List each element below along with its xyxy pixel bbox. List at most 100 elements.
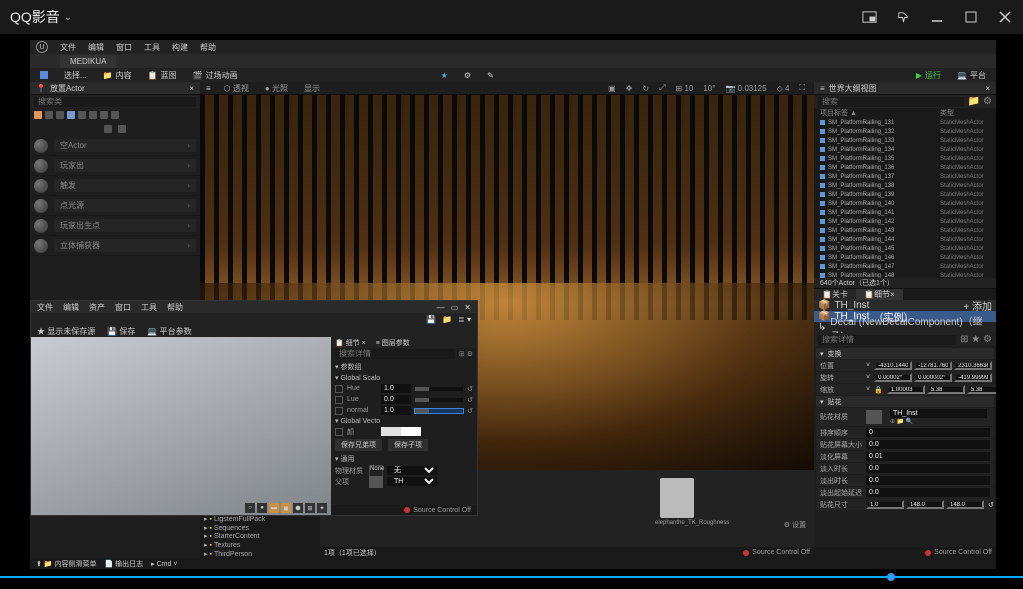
settings-icon[interactable]: ⚙ 设置 [784,520,806,530]
tab-details[interactable]: 📋 细节 × [856,289,903,300]
cat-icon[interactable] [100,111,108,119]
outliner-row[interactable]: SM_PlatformRailing_143StaticMeshActor [814,226,996,235]
actor-item[interactable]: 玩家出 [30,156,200,176]
actor-item[interactable]: 点光源 [30,196,200,216]
cam-speed[interactable]: 📷 0.03125 [722,84,769,93]
mat-menu-window[interactable]: 窗口 [115,302,131,313]
mat-source-control[interactable]: Source Control Off [404,507,471,514]
minimize-icon[interactable] [929,9,945,25]
rot-y[interactable] [914,373,952,382]
param-chk[interactable] [335,407,343,415]
mat-min-icon[interactable]: ― [437,303,445,312]
source-control-2[interactable]: Source Control Off [925,549,992,556]
mat-tab-det[interactable]: 📋 细节 × [335,338,366,348]
material-preview[interactable]: ○ ● ▬ ◼ ⬢ ⊞ ✦ [31,337,331,515]
parent-select[interactable]: TH [387,477,437,486]
actor-item[interactable]: 玩家出生点 [30,216,200,236]
mat-menu-file[interactable]: 文件 [37,302,53,313]
screen-size[interactable] [866,440,990,449]
group-global-scalo[interactable]: ▾ Global Scalo [335,373,473,383]
menu-tools[interactable]: 工具 [144,42,160,53]
vp-opt-3[interactable]: ✎ [483,70,498,81]
outliner-tab[interactable]: ≡ 世界大纲视图× [814,82,996,95]
loc-z[interactable] [954,361,992,370]
asset-tile[interactable] [660,478,694,518]
parent-thumb[interactable] [369,476,383,488]
fade-out[interactable] [866,476,990,485]
dim-z[interactable] [946,500,984,509]
cat-icon[interactable] [89,111,97,119]
pv-cube[interactable]: ◼ [281,503,291,513]
pv-axes[interactable]: ✦ [317,503,327,513]
param-chk[interactable] [335,428,343,436]
title-dropdown-icon[interactable]: ⌄ [64,12,72,23]
rotate-tool[interactable]: ↻ [639,84,652,93]
scale-tool[interactable]: ⤢ [656,83,668,93]
section-decal[interactable]: ▾ 贴花 [816,396,994,407]
mat-menu-asset[interactable]: 资产 [89,302,105,313]
param-value[interactable] [381,384,411,393]
pv-grid[interactable]: ⊞ [305,503,315,513]
output-log[interactable]: 📄 输出日志 [104,559,143,569]
param-chk[interactable] [335,396,343,404]
sc-y[interactable] [927,385,965,394]
save-button[interactable] [36,70,52,80]
mat-max-icon[interactable]: ▭ [451,303,459,312]
mat-tab-platform[interactable]: 💻 平台参数 [147,326,191,337]
filter-icon[interactable]: 📁 ⚙ [968,96,992,107]
display-button[interactable]: 显示 [301,83,323,94]
outliner-row[interactable]: SM_PlatformRailing_136StaticMeshActor [814,163,996,172]
mat-tab-save[interactable]: 💾 保存 [107,326,135,337]
mat-save[interactable]: 💾 [426,315,436,324]
vp-opt-1[interactable]: ★ [437,70,452,81]
sort-order[interactable] [866,428,990,437]
maximize-icon[interactable] [963,9,979,25]
rot-x[interactable] [874,373,912,382]
actor-item[interactable]: 立体捕获器 [30,236,200,256]
progress-knob[interactable] [887,573,895,581]
save-children-button[interactable]: 保存子项 [388,439,428,451]
param-chk[interactable] [335,385,343,393]
loc-y[interactable] [914,361,952,370]
view-axes[interactable]: ◇ 4 [774,84,793,93]
lit-button[interactable]: ● 光照 [262,83,291,94]
outliner-row[interactable]: SM_PlatformRailing_135StaticMeshActor [814,154,996,163]
param-slider[interactable] [415,387,463,391]
mat-menu-tools[interactable]: 工具 [141,302,157,313]
vp-opt-2[interactable]: ⚙ [460,70,475,81]
outliner-row[interactable]: SM_PlatformRailing_146StaticMeshActor [814,253,996,262]
dim-y[interactable] [906,500,944,509]
pv-mesh[interactable]: ⬢ [293,503,303,513]
move-tool[interactable]: ✥ [623,84,636,93]
outliner-row[interactable]: SM_PlatformRailing_144StaticMeshActor [814,235,996,244]
outliner-row[interactable]: SM_PlatformRailing_131StaticMeshActor [814,118,996,127]
tree-item[interactable]: ▸ ▪Textures [204,542,316,551]
menu-edit[interactable]: 编辑 [88,42,104,53]
cat-icon[interactable] [45,111,53,119]
outliner-row[interactable]: SM_PlatformRailing_148StaticMeshActor [814,271,996,278]
section-transform[interactable]: ▾ 变换 [816,348,994,359]
lock-icon[interactable]: 🔒 [874,386,883,394]
cat-icon[interactable] [111,111,119,119]
outliner-row[interactable]: SM_PlatformRailing_141StaticMeshActor [814,208,996,217]
select-tool[interactable]: ▣ [605,84,619,93]
actor-item[interactable]: 空Actor [30,136,200,156]
outliner-row[interactable]: SM_PlatformRailing_138StaticMeshActor [814,181,996,190]
actor-item[interactable]: 触发 [30,176,200,196]
platform-button[interactable]: 💻 平台 [953,69,990,82]
mat-menu-edit[interactable]: 编辑 [63,302,79,313]
cat-icon[interactable] [34,111,42,119]
source-control[interactable]: Source Control Off [743,549,810,556]
outliner-row[interactable]: SM_PlatformRailing_132StaticMeshActor [814,127,996,136]
outliner-row[interactable]: SM_PlatformRailing_133StaticMeshActor [814,136,996,145]
outliner-row[interactable]: SM_PlatformRailing_140StaticMeshActor [814,199,996,208]
rot-z[interactable] [954,373,992,382]
cat-icon[interactable] [56,111,64,119]
pip-icon[interactable] [861,9,877,25]
outliner-search[interactable] [818,97,964,107]
component-decal[interactable]: ↳ Decal (NewDecalComponent)（继承） [814,322,996,333]
outliner-row[interactable]: SM_PlatformRailing_147StaticMeshActor [814,262,996,271]
modes-button[interactable]: 选择... [60,69,91,82]
outliner-row[interactable]: SM_PlatformRailing_139StaticMeshActor [814,190,996,199]
pv-cyl[interactable]: ○ [245,503,255,513]
